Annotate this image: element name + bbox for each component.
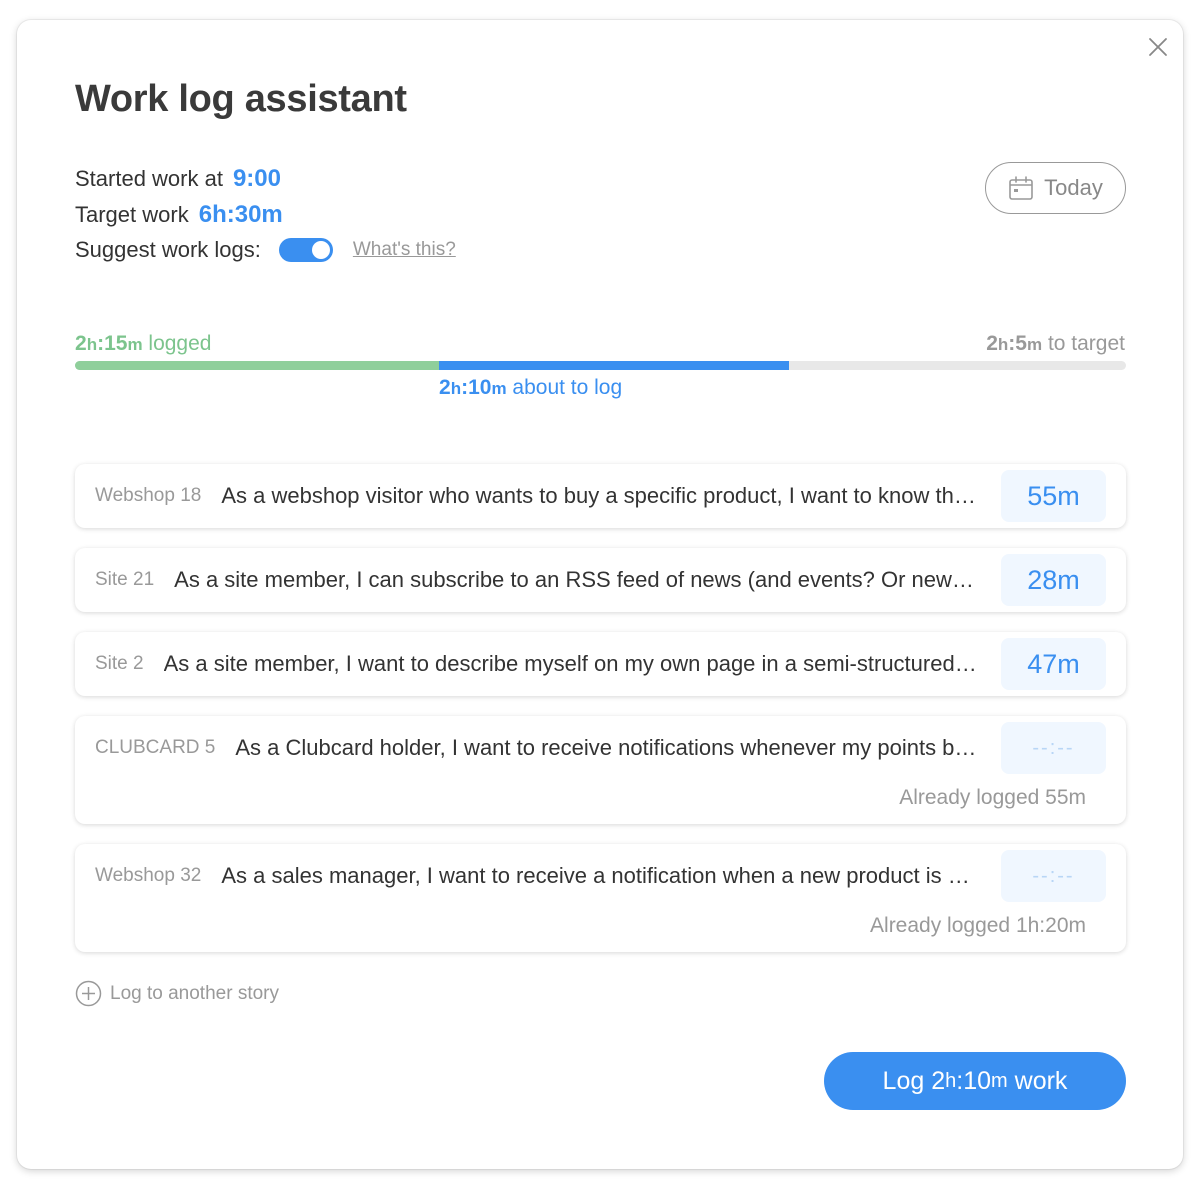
story-key[interactable]: Site 2	[95, 653, 144, 675]
story-title: As a webshop visitor who wants to buy a …	[221, 483, 979, 508]
story-time-input[interactable]: 55m	[1001, 470, 1106, 522]
target-work-label: Target work	[75, 202, 189, 227]
logged-hours: 2	[75, 332, 87, 355]
log-work-button[interactable]: Log 2 h:10 m work	[824, 1052, 1126, 1110]
story-row: Webshop 32 As a sales manager, I want to…	[75, 844, 1126, 952]
story-title: As a Clubcard holder, I want to receive …	[235, 735, 979, 760]
story-title: As a sales manager, I want to receive a …	[221, 863, 979, 888]
whats-this-link[interactable]: What's this?	[353, 239, 456, 261]
to-target-label: 2h:5m to target	[986, 332, 1125, 355]
story-row: CLUBCARD 5 As a Clubcard holder, I want …	[75, 716, 1126, 824]
progress-logged-segment	[75, 361, 439, 370]
story-key[interactable]: Webshop 18	[95, 485, 201, 507]
story-time-input[interactable]: 28m	[1001, 554, 1106, 606]
story-row: Webshop 18 As a webshop visitor who want…	[75, 464, 1126, 528]
story-title: As a site member, I can subscribe to an …	[174, 567, 979, 592]
target-work-value[interactable]: 6h:30m	[199, 201, 283, 229]
story-time-input[interactable]: --:--	[1001, 850, 1106, 902]
pending-hours: 2	[439, 376, 451, 399]
story-key[interactable]: Site 21	[95, 569, 154, 591]
suggest-work-logs-label: Suggest work logs:	[75, 237, 261, 262]
close-button[interactable]	[1148, 37, 1168, 57]
target-work-row: Target work 6h:30m	[75, 201, 283, 229]
dialog-title: Work log assistant	[75, 78, 407, 120]
story-list: Webshop 18 As a webshop visitor who want…	[75, 464, 1126, 972]
already-logged-text: Already logged 1h:20m	[870, 914, 1086, 937]
remaining-suffix: to target	[1047, 332, 1125, 355]
toggle-knob	[311, 241, 330, 259]
logged-minutes: 15	[104, 332, 128, 355]
work-log-dialog: Work log assistant Started work at 9:00 …	[17, 20, 1183, 1169]
about-to-log-label: 2h:10m about to log	[439, 376, 623, 399]
log-to-another-story-button[interactable]: Log to another story	[75, 980, 279, 1007]
suggest-work-logs-toggle[interactable]	[278, 238, 333, 262]
started-work-row: Started work at 9:00	[75, 165, 281, 193]
story-key[interactable]: Webshop 32	[95, 865, 201, 887]
progress-pending-segment	[438, 361, 789, 370]
story-row: Site 21 As a site member, I can subscrib…	[75, 548, 1126, 612]
story-time-input[interactable]: 47m	[1001, 638, 1106, 690]
pending-suffix: about to log	[512, 376, 623, 399]
log-to-another-story-label: Log to another story	[110, 982, 279, 1004]
already-logged-text: Already logged 55m	[899, 786, 1086, 809]
plus-circle-icon	[75, 980, 102, 1007]
suggest-work-logs-row: Suggest work logs: What's this?	[75, 237, 456, 263]
logged-suffix: logged	[148, 332, 212, 355]
pending-minutes: 10	[468, 376, 492, 399]
story-time-input[interactable]: --:--	[1001, 722, 1106, 774]
logged-label: 2h:15m logged	[75, 332, 212, 355]
story-title: As a site member, I want to describe mys…	[163, 651, 979, 676]
story-key[interactable]: CLUBCARD 5	[95, 737, 215, 759]
calendar-icon	[1009, 176, 1033, 200]
started-work-label: Started work at	[75, 166, 223, 191]
remaining-hours: 2	[986, 332, 998, 355]
close-icon	[1149, 38, 1167, 56]
work-progress-bar	[75, 361, 1126, 370]
started-work-value[interactable]: 9:00	[233, 165, 281, 193]
today-button-label: Today	[1044, 175, 1103, 200]
story-row: Site 2 As a site member, I want to descr…	[75, 632, 1126, 696]
today-button[interactable]: Today	[985, 162, 1126, 214]
remaining-minutes: 5	[1015, 332, 1027, 355]
